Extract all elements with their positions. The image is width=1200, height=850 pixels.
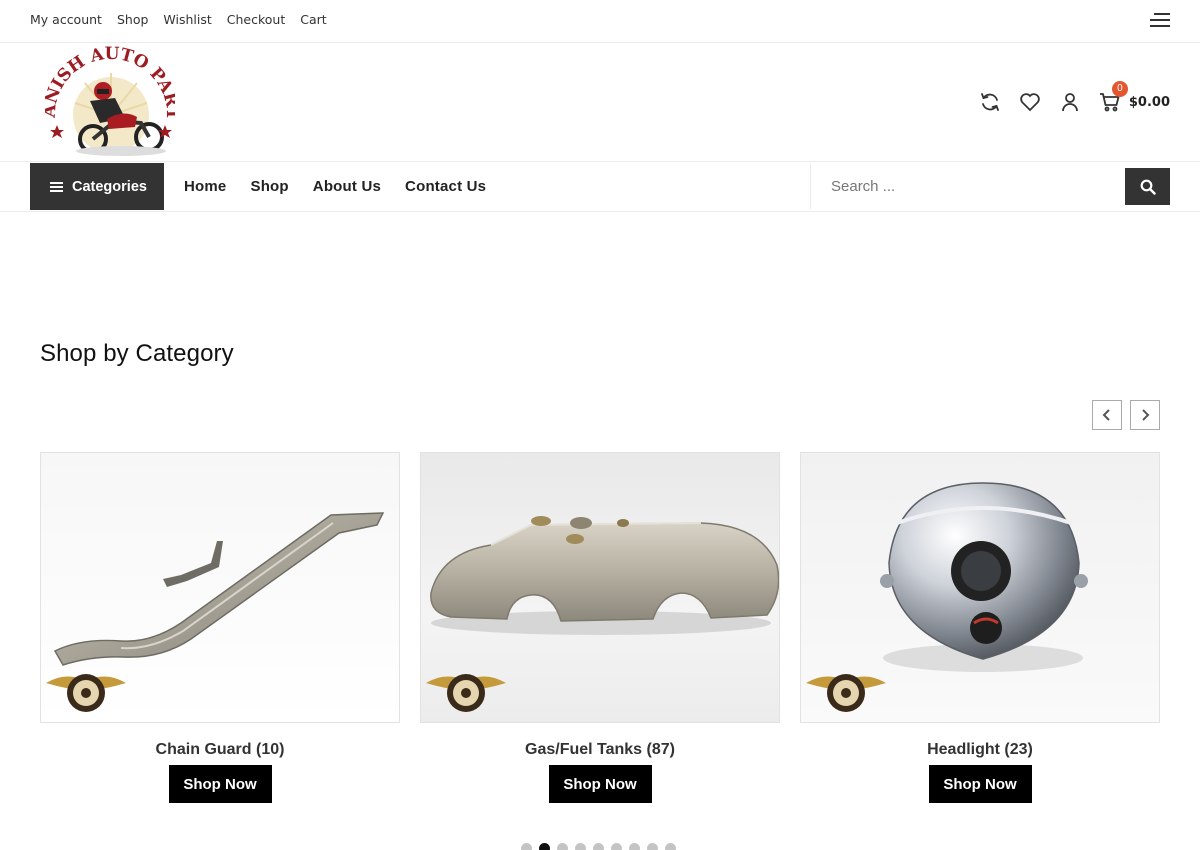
topbar-link-cart[interactable]: Cart	[300, 12, 326, 27]
category-card: Chain Guard (10) Shop Now	[40, 452, 400, 803]
category-name[interactable]: Gas/Fuel Tanks (87)	[420, 741, 780, 759]
category-image-headlight[interactable]	[800, 452, 1160, 723]
carousel-dots	[521, 843, 676, 850]
carousel-dot[interactable]	[557, 843, 568, 850]
nav-link-shop[interactable]: Shop	[250, 178, 288, 195]
carousel-dot[interactable]	[575, 843, 586, 850]
cart-total[interactable]: $0.00	[1129, 95, 1170, 110]
topbar-link-wishlist[interactable]: Wishlist	[163, 12, 211, 27]
search-input[interactable]	[811, 168, 1126, 204]
carousel-dot[interactable]	[665, 843, 676, 850]
carousel-prev-button[interactable]	[1092, 400, 1122, 430]
category-card: Gas/Fuel Tanks (87) Shop Now	[420, 452, 780, 803]
top-utility-bar: My account Shop Wishlist Checkout Cart	[0, 0, 1200, 43]
main-navbar: Categories Home Shop About Us Contact Us	[0, 162, 1200, 212]
category-name[interactable]: Headlight (23)	[800, 741, 1160, 759]
categories-button[interactable]: Categories	[30, 163, 164, 210]
compare-refresh-icon[interactable]	[979, 91, 1001, 113]
site-logo[interactable]: DANISH AUTO PARTS	[38, 28, 182, 161]
nav-link-about-us[interactable]: About Us	[313, 178, 381, 195]
shop-now-button[interactable]: Shop Now	[548, 765, 652, 803]
categories-label: Categories	[72, 178, 147, 195]
category-image-fuel-tank[interactable]	[420, 452, 780, 723]
shop-now-button[interactable]: Shop Now	[168, 765, 272, 803]
search-button[interactable]	[1125, 168, 1170, 205]
carousel-dot[interactable]	[611, 843, 622, 850]
site-header: DANISH AUTO PARTS	[0, 28, 1200, 162]
header-cart[interactable]: 0 $0.00	[1099, 81, 1170, 113]
topbar-links: My account Shop Wishlist Checkout Cart	[30, 12, 327, 27]
topbar-link-checkout[interactable]: Checkout	[227, 12, 285, 27]
search-form	[810, 163, 1170, 209]
account-user-icon[interactable]	[1059, 91, 1081, 113]
search-icon	[1140, 179, 1156, 195]
shop-now-button[interactable]: Shop Now	[928, 765, 1032, 803]
carousel-dot[interactable]	[593, 843, 604, 850]
category-name[interactable]: Chain Guard (10)	[40, 741, 400, 759]
topbar-link-shop[interactable]: Shop	[117, 12, 148, 27]
menu-icon[interactable]	[1150, 13, 1170, 29]
carousel-dot[interactable]	[629, 843, 640, 850]
cart-count-badge: 0	[1111, 81, 1128, 97]
carousel-dot[interactable]	[521, 843, 532, 850]
chevron-right-icon	[1142, 409, 1150, 421]
chevron-left-icon	[1102, 409, 1110, 421]
nav-link-home[interactable]: Home	[184, 178, 226, 195]
wishlist-heart-icon[interactable]	[1019, 91, 1041, 113]
carousel-dot-active[interactable]	[539, 843, 550, 850]
carousel-dot[interactable]	[647, 843, 658, 850]
carousel-next-button[interactable]	[1130, 400, 1160, 430]
section-title: Shop by Category	[40, 340, 234, 367]
nav-links: Home Shop About Us Contact Us	[184, 178, 486, 195]
header-icons: 0 $0.00	[979, 81, 1170, 113]
category-card: Headlight (23) Shop Now	[800, 452, 1160, 803]
nav-link-contact-us[interactable]: Contact Us	[405, 178, 486, 195]
category-carousel: Chain Guard (10) Shop Now Gas/Fuel Tanks…	[40, 452, 1160, 803]
menu-bars-icon	[50, 180, 63, 194]
topbar-link-my-account[interactable]: My account	[30, 12, 102, 27]
category-image-chain-guard[interactable]	[40, 452, 400, 723]
